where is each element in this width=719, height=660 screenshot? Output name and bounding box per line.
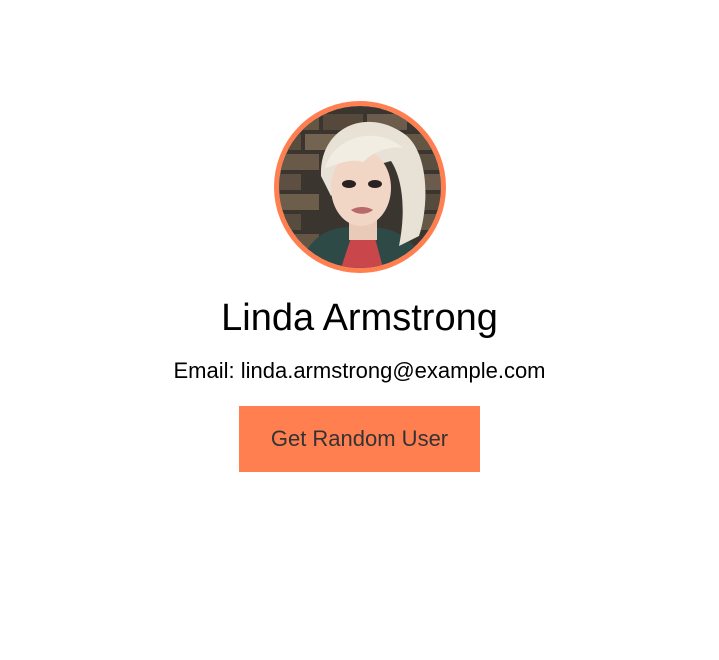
page: Linda Armstrong Email: linda.armstrong@e… [0, 0, 719, 660]
avatar-photo [278, 106, 441, 268]
user-email: Email: linda.armstrong@example.com [173, 357, 545, 385]
avatar [273, 101, 446, 273]
email-label: Email: [173, 358, 235, 383]
user-card: Linda Armstrong Email: linda.armstrong@e… [0, 0, 719, 472]
user-name: Linda Armstrong [221, 297, 498, 339]
email-value: linda.armstrong@example.com [240, 358, 546, 383]
get-random-user-button[interactable]: Get Random User [239, 406, 480, 472]
